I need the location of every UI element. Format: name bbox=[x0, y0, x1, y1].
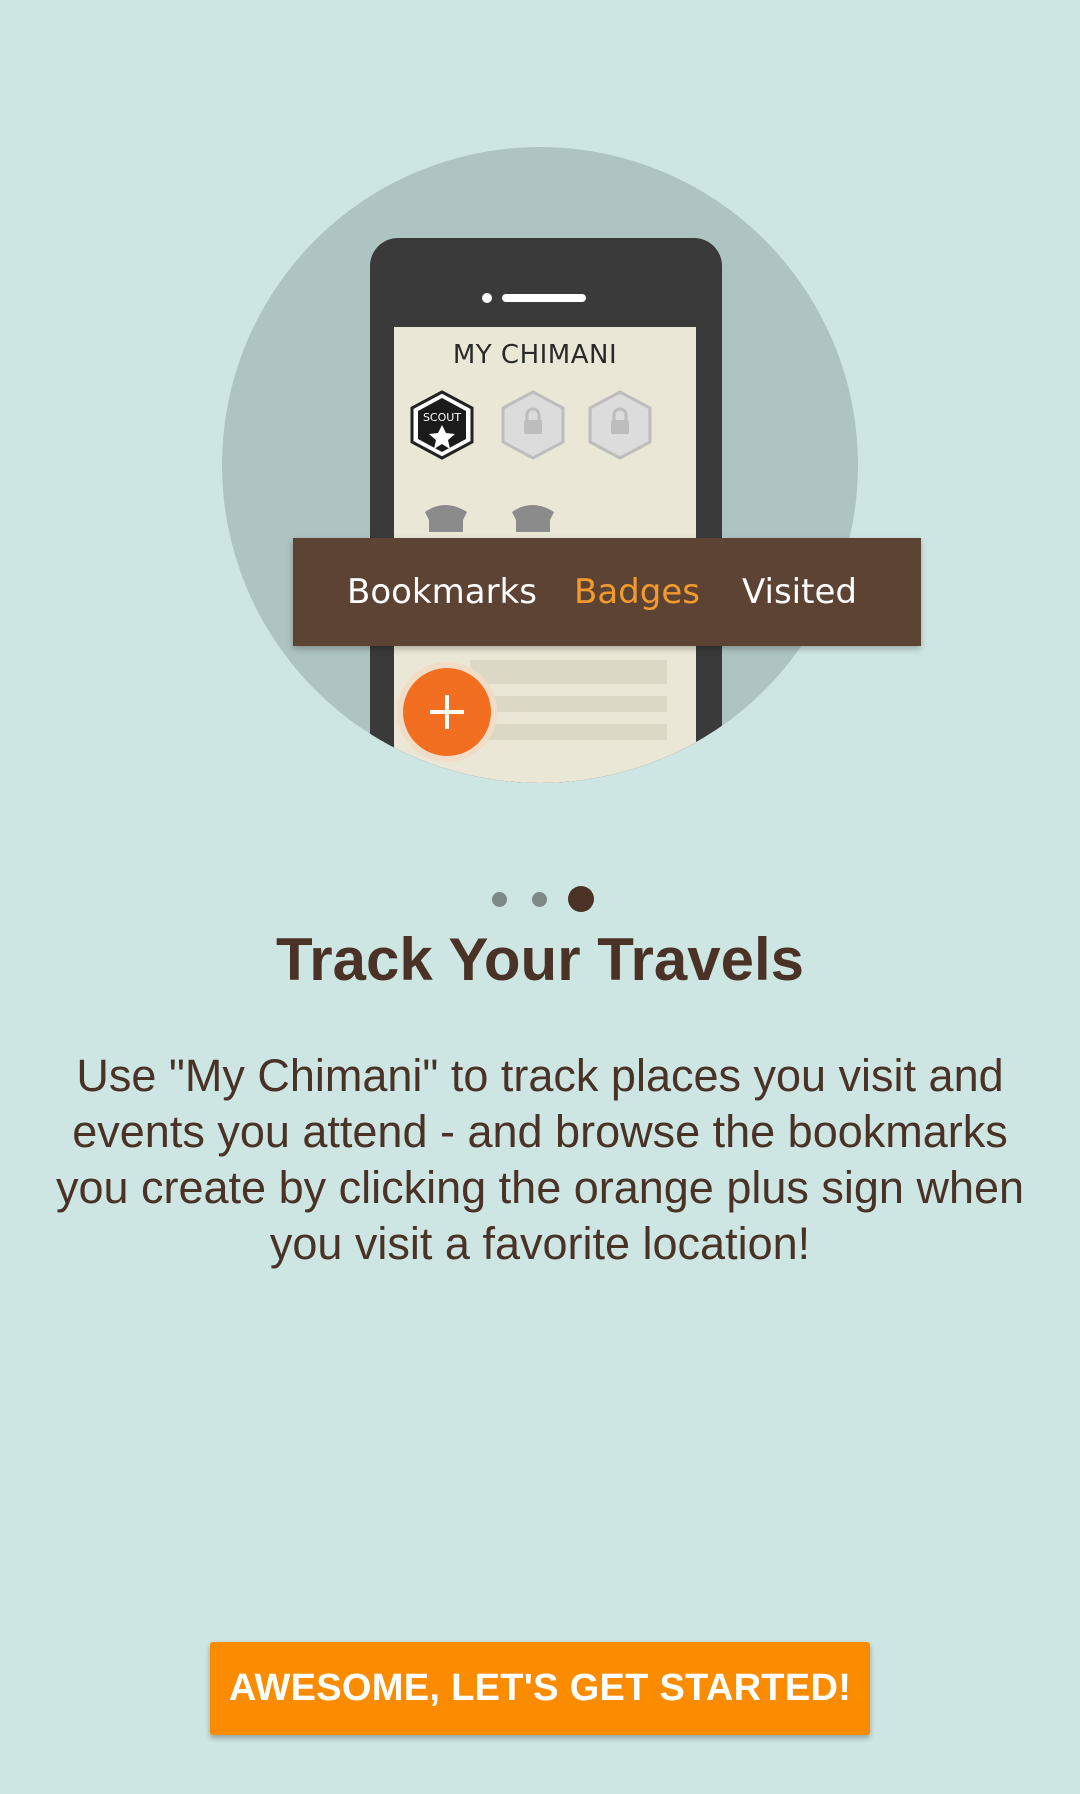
locked-badge-icon bbox=[588, 390, 652, 460]
locked-badge-icon bbox=[501, 390, 565, 460]
tab-visited: Visited bbox=[742, 572, 857, 612]
page-dot-3-active bbox=[568, 886, 594, 912]
tab-bookmarks: Bookmarks bbox=[347, 572, 537, 612]
illustration-tab-bar: Bookmarks Badges Visited bbox=[293, 538, 921, 646]
page-title: Track Your Travels bbox=[275, 926, 805, 993]
page-dot-1 bbox=[492, 892, 507, 907]
page-dot-2 bbox=[532, 892, 547, 907]
phone-illustration bbox=[222, 147, 858, 783]
page-indicator bbox=[0, 883, 1080, 913]
scout-badge-label: SCOUT bbox=[422, 411, 462, 424]
phone-screen-title: MY CHIMANI bbox=[452, 340, 618, 370]
tab-badges: Badges bbox=[574, 572, 700, 612]
onboarding-illustration: MY CHIMANI SCOUT Bookmarks Badges Visite… bbox=[0, 0, 1080, 800]
plus-icon bbox=[397, 662, 497, 762]
description-text: Use "My Chimani" to track places you vis… bbox=[55, 1050, 1025, 1269]
get-started-button[interactable]: AWESOME, LET'S GET STARTED! bbox=[210, 1642, 870, 1735]
scout-badge-icon bbox=[410, 390, 474, 460]
